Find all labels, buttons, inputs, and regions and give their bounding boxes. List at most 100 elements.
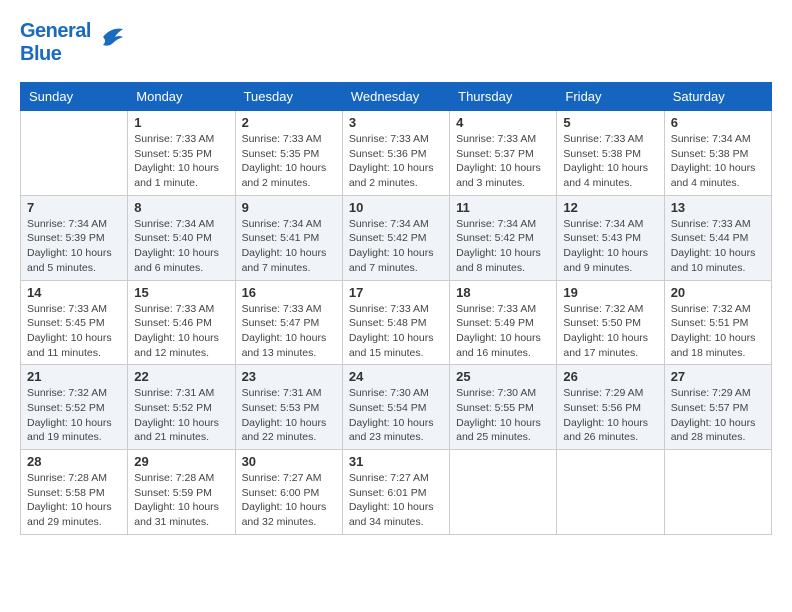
day-number: 19 <box>563 285 657 300</box>
day-number: 11 <box>456 200 550 215</box>
calendar-cell <box>450 450 557 535</box>
day-number: 16 <box>242 285 336 300</box>
calendar-cell: 22 Sunrise: 7:31 AM Sunset: 5:52 PM Dayli… <box>128 365 235 450</box>
day-number: 12 <box>563 200 657 215</box>
day-info: Sunrise: 7:34 AM Sunset: 5:42 PM Dayligh… <box>349 217 443 276</box>
day-info: Sunrise: 7:30 AM Sunset: 5:55 PM Dayligh… <box>456 386 550 445</box>
logo-top-text: General <box>20 20 91 43</box>
calendar-cell: 27 Sunrise: 7:29 AM Sunset: 5:57 PM Dayli… <box>664 365 771 450</box>
day-info: Sunrise: 7:33 AM Sunset: 5:35 PM Dayligh… <box>134 132 228 191</box>
calendar-cell: 7Sunrise: 7:34 AM Sunset: 5:39 PM Daylig… <box>21 195 128 280</box>
calendar-cell: 19 Sunrise: 7:32 AM Sunset: 5:50 PM Dayli… <box>557 280 664 365</box>
calendar-cell: 5 Sunrise: 7:33 AM Sunset: 5:38 PM Daylig… <box>557 111 664 196</box>
day-info: Sunrise: 7:30 AM Sunset: 5:54 PM Dayligh… <box>349 386 443 445</box>
day-header-wednesday: Wednesday <box>342 83 449 111</box>
logo-bottom-text: Blue <box>20 43 91 66</box>
day-number: 26 <box>563 369 657 384</box>
calendar-cell <box>664 450 771 535</box>
calendar-cell: 2 Sunrise: 7:33 AM Sunset: 5:35 PM Daylig… <box>235 111 342 196</box>
day-header-friday: Friday <box>557 83 664 111</box>
day-info: Sunrise: 7:29 AM Sunset: 5:56 PM Dayligh… <box>563 386 657 445</box>
calendar-week-1: 1 Sunrise: 7:33 AM Sunset: 5:35 PM Daylig… <box>21 111 772 196</box>
calendar-cell: 25Sunrise: 7:30 AM Sunset: 5:55 PM Dayli… <box>450 365 557 450</box>
calendar-cell: 15 Sunrise: 7:33 AM Sunset: 5:46 PM Dayli… <box>128 280 235 365</box>
calendar-cell: 31 Sunrise: 7:27 AM Sunset: 6:01 PM Dayli… <box>342 450 449 535</box>
day-number: 29 <box>134 454 228 469</box>
day-number: 21 <box>27 369 121 384</box>
day-number: 1 <box>134 115 228 130</box>
day-number: 7 <box>27 200 121 215</box>
day-number: 31 <box>349 454 443 469</box>
calendar-week-4: 21Sunrise: 7:32 AM Sunset: 5:52 PM Dayli… <box>21 365 772 450</box>
calendar-cell: 29Sunrise: 7:28 AM Sunset: 5:59 PM Dayli… <box>128 450 235 535</box>
logo-lines: General Blue <box>20 20 91 66</box>
day-header-saturday: Saturday <box>664 83 771 111</box>
calendar-cell: 3 Sunrise: 7:33 AM Sunset: 5:36 PM Daylig… <box>342 111 449 196</box>
calendar-cell: 6 Sunrise: 7:34 AM Sunset: 5:38 PM Daylig… <box>664 111 771 196</box>
day-number: 27 <box>671 369 765 384</box>
day-info: Sunrise: 7:32 AM Sunset: 5:51 PM Dayligh… <box>671 302 765 361</box>
calendar-cell: 28Sunrise: 7:28 AM Sunset: 5:58 PM Dayli… <box>21 450 128 535</box>
logo: General Blue <box>20 20 127 66</box>
calendar-cell: 8 Sunrise: 7:34 AM Sunset: 5:40 PM Daylig… <box>128 195 235 280</box>
day-info: Sunrise: 7:34 AM Sunset: 5:40 PM Dayligh… <box>134 217 228 276</box>
logo-bird-icon <box>95 23 127 56</box>
day-info: Sunrise: 7:32 AM Sunset: 5:50 PM Dayligh… <box>563 302 657 361</box>
day-info: Sunrise: 7:34 AM Sunset: 5:42 PM Dayligh… <box>456 217 550 276</box>
calendar-cell <box>557 450 664 535</box>
calendar-cell: 14 Sunrise: 7:33 AM Sunset: 5:45 PM Dayli… <box>21 280 128 365</box>
day-info: Sunrise: 7:33 AM Sunset: 5:36 PM Dayligh… <box>349 132 443 191</box>
calendar-cell: 30Sunrise: 7:27 AM Sunset: 6:00 PM Dayli… <box>235 450 342 535</box>
day-number: 5 <box>563 115 657 130</box>
day-info: Sunrise: 7:29 AM Sunset: 5:57 PM Dayligh… <box>671 386 765 445</box>
day-info: Sunrise: 7:33 AM Sunset: 5:37 PM Dayligh… <box>456 132 550 191</box>
day-info: Sunrise: 7:31 AM Sunset: 5:53 PM Dayligh… <box>242 386 336 445</box>
calendar-week-5: 28Sunrise: 7:28 AM Sunset: 5:58 PM Dayli… <box>21 450 772 535</box>
day-number: 9 <box>242 200 336 215</box>
day-info: Sunrise: 7:33 AM Sunset: 5:46 PM Dayligh… <box>134 302 228 361</box>
day-info: Sunrise: 7:34 AM Sunset: 5:41 PM Dayligh… <box>242 217 336 276</box>
calendar-cell: 10Sunrise: 7:34 AM Sunset: 5:42 PM Dayli… <box>342 195 449 280</box>
day-header-sunday: Sunday <box>21 83 128 111</box>
day-info: Sunrise: 7:27 AM Sunset: 6:01 PM Dayligh… <box>349 471 443 530</box>
calendar-cell: 1 Sunrise: 7:33 AM Sunset: 5:35 PM Daylig… <box>128 111 235 196</box>
day-info: Sunrise: 7:33 AM Sunset: 5:38 PM Dayligh… <box>563 132 657 191</box>
calendar-cell: 18 Sunrise: 7:33 AM Sunset: 5:49 PM Dayli… <box>450 280 557 365</box>
day-info: Sunrise: 7:34 AM Sunset: 5:38 PM Dayligh… <box>671 132 765 191</box>
day-info: Sunrise: 7:34 AM Sunset: 5:43 PM Dayligh… <box>563 217 657 276</box>
calendar-cell: 17Sunrise: 7:33 AM Sunset: 5:48 PM Dayli… <box>342 280 449 365</box>
day-number: 22 <box>134 369 228 384</box>
day-info: Sunrise: 7:31 AM Sunset: 5:52 PM Dayligh… <box>134 386 228 445</box>
day-number: 6 <box>671 115 765 130</box>
day-number: 14 <box>27 285 121 300</box>
calendar-cell: 24 Sunrise: 7:30 AM Sunset: 5:54 PM Dayli… <box>342 365 449 450</box>
day-info: Sunrise: 7:33 AM Sunset: 5:49 PM Dayligh… <box>456 302 550 361</box>
day-number: 24 <box>349 369 443 384</box>
day-number: 18 <box>456 285 550 300</box>
calendar-header-row: SundayMondayTuesdayWednesdayThursdayFrid… <box>21 83 772 111</box>
day-number: 2 <box>242 115 336 130</box>
day-number: 20 <box>671 285 765 300</box>
page-header: General Blue <box>20 20 772 66</box>
calendar-table: SundayMondayTuesdayWednesdayThursdayFrid… <box>20 82 772 535</box>
day-info: Sunrise: 7:33 AM Sunset: 5:48 PM Dayligh… <box>349 302 443 361</box>
day-number: 3 <box>349 115 443 130</box>
day-number: 15 <box>134 285 228 300</box>
day-number: 8 <box>134 200 228 215</box>
day-header-thursday: Thursday <box>450 83 557 111</box>
calendar-week-3: 14 Sunrise: 7:33 AM Sunset: 5:45 PM Dayli… <box>21 280 772 365</box>
day-info: Sunrise: 7:27 AM Sunset: 6:00 PM Dayligh… <box>242 471 336 530</box>
day-info: Sunrise: 7:33 AM Sunset: 5:47 PM Dayligh… <box>242 302 336 361</box>
day-header-monday: Monday <box>128 83 235 111</box>
calendar-cell: 23Sunrise: 7:31 AM Sunset: 5:53 PM Dayli… <box>235 365 342 450</box>
calendar-cell: 13 Sunrise: 7:33 AM Sunset: 5:44 PM Dayli… <box>664 195 771 280</box>
calendar-cell: 21Sunrise: 7:32 AM Sunset: 5:52 PM Dayli… <box>21 365 128 450</box>
calendar-cell <box>21 111 128 196</box>
day-info: Sunrise: 7:33 AM Sunset: 5:35 PM Dayligh… <box>242 132 336 191</box>
calendar-cell: 9 Sunrise: 7:34 AM Sunset: 5:41 PM Daylig… <box>235 195 342 280</box>
day-number: 13 <box>671 200 765 215</box>
day-info: Sunrise: 7:33 AM Sunset: 5:45 PM Dayligh… <box>27 302 121 361</box>
logo-block: General Blue <box>20 20 127 66</box>
day-info: Sunrise: 7:33 AM Sunset: 5:44 PM Dayligh… <box>671 217 765 276</box>
calendar-cell: 11 Sunrise: 7:34 AM Sunset: 5:42 PM Dayli… <box>450 195 557 280</box>
